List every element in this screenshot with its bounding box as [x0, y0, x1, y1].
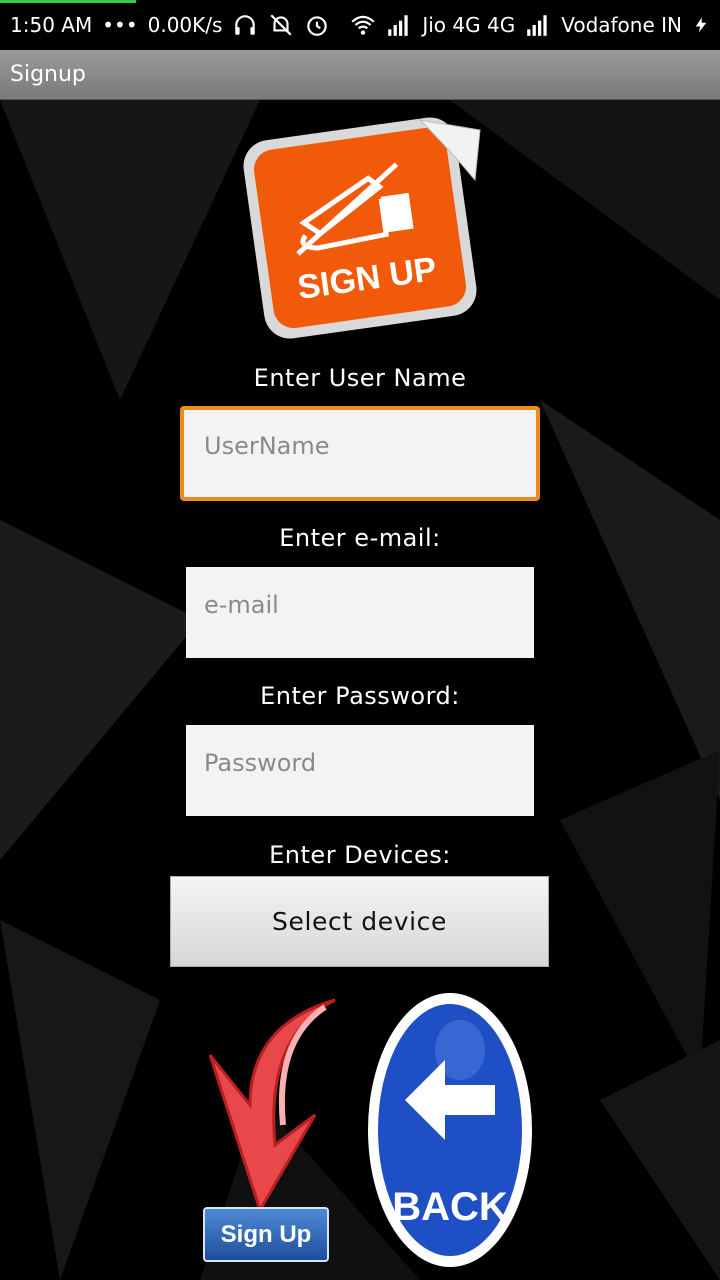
carrier-2: Vodafone IN — [561, 13, 682, 37]
email-label: Enter e-mail: — [279, 524, 441, 552]
status-bar: 1:50 AM ••• 0.00K/s Jio 4G 4G Vodafone I… — [0, 0, 720, 50]
status-more-dots: ••• — [102, 13, 138, 37]
select-device-button[interactable]: Select device — [170, 876, 549, 967]
network-speed: 0.00K/s — [147, 13, 223, 37]
username-input[interactable] — [180, 406, 540, 501]
password-input[interactable] — [186, 725, 534, 816]
password-label: Enter Password: — [260, 682, 460, 710]
carrier-1: Jio 4G 4G — [422, 13, 516, 37]
action-bar: Signup — [0, 50, 720, 100]
back-button-label: BACK — [392, 1185, 508, 1229]
signal-icon — [388, 15, 409, 36]
select-device-label: Select device — [272, 907, 447, 936]
back-button[interactable]: BACK — [365, 990, 535, 1270]
bell-off-icon — [270, 14, 292, 36]
headphones-icon — [235, 15, 256, 35]
username-label: Enter User Name — [253, 364, 467, 392]
loading-indicator — [0, 0, 136, 3]
email-input[interactable] — [186, 567, 534, 658]
status-time: 1:50 AM — [10, 13, 93, 37]
signup-button-label: Sign Up — [220, 1220, 312, 1248]
page-title: Signup — [10, 62, 86, 87]
down-arrow-icon — [208, 998, 336, 1214]
wifi-icon — [351, 15, 375, 35]
bolt-icon — [695, 17, 707, 33]
alarm-icon — [307, 16, 328, 36]
devices-label: Enter Devices: — [269, 841, 451, 869]
signup-button[interactable]: Sign Up — [203, 1207, 329, 1262]
signup-logo: SIGN UP — [243, 117, 481, 339]
signal-icon — [527, 15, 547, 36]
